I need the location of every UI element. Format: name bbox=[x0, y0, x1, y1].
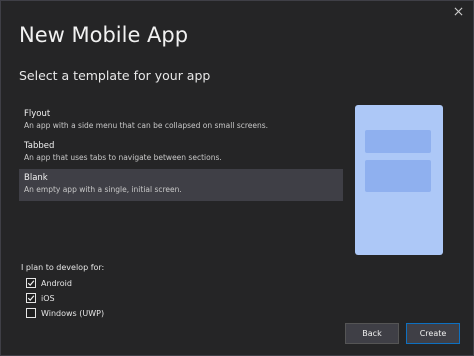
ios-checkbox[interactable] bbox=[26, 293, 36, 303]
template-item-flyout[interactable]: Flyout An app with a side menu that can … bbox=[19, 105, 343, 137]
preview-content-block bbox=[365, 160, 431, 192]
checkmark-icon bbox=[27, 295, 35, 301]
platform-option-windows[interactable]: Windows (UWP) bbox=[26, 308, 104, 318]
template-list: Flyout An app with a side menu that can … bbox=[19, 105, 343, 201]
template-description: An app that uses tabs to navigate betwee… bbox=[24, 153, 222, 162]
platforms-label: I plan to develop for: bbox=[21, 263, 105, 272]
android-checkbox[interactable] bbox=[26, 278, 36, 288]
create-button[interactable]: Create bbox=[406, 323, 460, 344]
android-label: Android bbox=[41, 278, 72, 288]
template-description: An empty app with a single, initial scre… bbox=[24, 185, 182, 194]
template-item-blank[interactable]: Blank An empty app with a single, initia… bbox=[19, 169, 343, 201]
close-button[interactable] bbox=[449, 3, 467, 19]
preview-header-block bbox=[365, 130, 431, 153]
close-icon bbox=[454, 7, 462, 15]
platform-option-android[interactable]: Android bbox=[26, 278, 72, 288]
windows-checkbox[interactable] bbox=[26, 308, 36, 318]
platform-option-ios[interactable]: iOS bbox=[26, 293, 55, 303]
template-name: Flyout bbox=[24, 109, 51, 119]
template-item-tabbed[interactable]: Tabbed An app that uses tabs to navigate… bbox=[19, 137, 343, 169]
checkmark-icon bbox=[27, 280, 35, 286]
windows-label: Windows (UWP) bbox=[41, 308, 105, 318]
dialog-title: New Mobile App bbox=[19, 23, 189, 47]
template-description: An app with a side menu that can be coll… bbox=[24, 121, 269, 130]
ios-label: iOS bbox=[41, 293, 55, 303]
back-button[interactable]: Back bbox=[345, 323, 399, 344]
template-name: Tabbed bbox=[24, 141, 55, 151]
new-mobile-app-dialog: New Mobile App Select a template for you… bbox=[0, 0, 474, 356]
template-name: Blank bbox=[24, 173, 48, 183]
template-preview bbox=[355, 105, 443, 255]
dialog-subtitle: Select a template for your app bbox=[19, 68, 211, 83]
